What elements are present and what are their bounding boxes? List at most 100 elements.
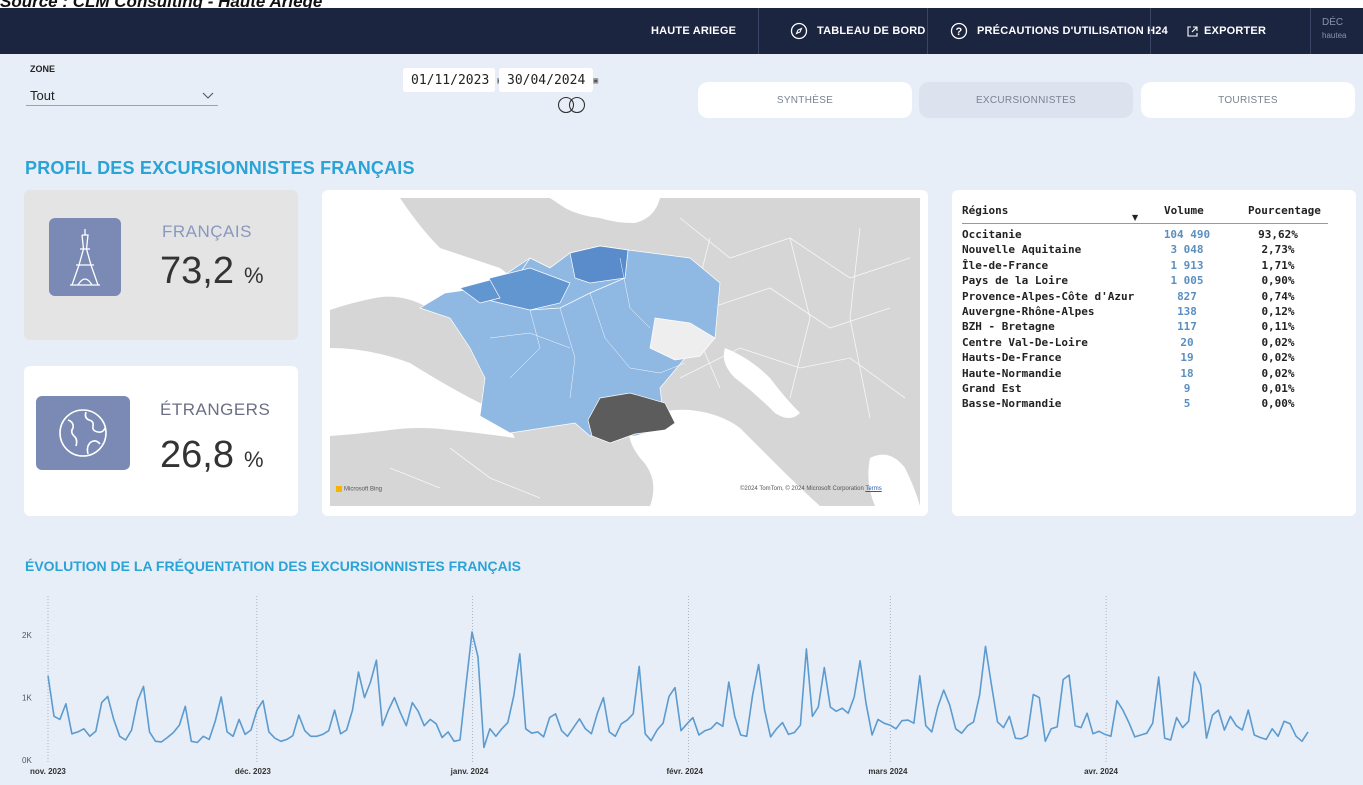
data-point[interactable]	[1038, 696, 1041, 699]
data-point[interactable]	[52, 715, 55, 718]
data-point[interactable]	[709, 727, 712, 730]
data-point[interactable]	[799, 724, 802, 727]
data-point[interactable]	[124, 738, 127, 741]
data-point[interactable]	[261, 699, 264, 702]
data-point[interactable]	[249, 728, 252, 731]
tab-synthese[interactable]: SYNTHÈSE	[698, 82, 912, 118]
data-point[interactable]	[303, 729, 306, 732]
data-point[interactable]	[1277, 735, 1280, 738]
data-point[interactable]	[560, 729, 563, 732]
data-point[interactable]	[494, 735, 497, 738]
date-slider-handle-icon[interactable]	[555, 96, 589, 118]
data-point[interactable]	[1271, 727, 1274, 730]
data-point[interactable]	[894, 727, 897, 730]
data-point[interactable]	[536, 730, 539, 733]
table-row[interactable]: Basse-Normandie 5 0,00%	[952, 397, 1356, 412]
data-point[interactable]	[321, 733, 324, 736]
table-row[interactable]: Île-de-France 1 913 1,71%	[952, 259, 1356, 274]
nav-dashboard-button[interactable]: TABLEAU DE BORD	[790, 8, 926, 54]
data-point[interactable]	[906, 719, 909, 722]
data-point[interactable]	[948, 704, 951, 707]
data-point[interactable]	[154, 740, 157, 743]
data-point[interactable]	[739, 733, 742, 736]
data-point[interactable]	[453, 740, 456, 743]
data-point[interactable]	[297, 714, 300, 717]
table-row[interactable]: Hauts-De-France 19 0,02%	[952, 351, 1356, 366]
data-point[interactable]	[387, 709, 390, 712]
data-point[interactable]	[220, 695, 223, 698]
data-point[interactable]	[900, 719, 903, 722]
data-point[interactable]	[309, 735, 312, 738]
data-point[interactable]	[464, 684, 467, 687]
data-point[interactable]	[1068, 674, 1071, 677]
col-header-volume[interactable]: Volume	[1164, 204, 1204, 217]
data-point[interactable]	[411, 701, 414, 704]
data-point[interactable]	[936, 705, 939, 708]
data-point[interactable]	[811, 715, 814, 718]
data-point[interactable]	[1247, 709, 1250, 712]
data-point[interactable]	[351, 709, 354, 712]
data-point[interactable]	[423, 724, 426, 727]
data-point[interactable]	[100, 701, 103, 704]
data-point[interactable]	[381, 724, 384, 727]
data-point[interactable]	[781, 721, 784, 724]
col-header-percent[interactable]: Pourcentage	[1248, 204, 1321, 217]
data-point[interactable]	[285, 738, 288, 741]
data-point[interactable]	[393, 696, 396, 699]
tab-touristes[interactable]: TOURISTES	[1141, 82, 1355, 118]
table-row[interactable]: Auvergne-Rhône-Alpes 138 0,12%	[952, 305, 1356, 320]
data-point[interactable]	[918, 674, 921, 677]
table-row[interactable]: Provence-Alpes-Côte d'Azur 827 0,74%	[952, 290, 1356, 305]
data-point[interactable]	[1205, 737, 1208, 740]
data-point[interactable]	[990, 684, 993, 687]
data-point[interactable]	[835, 710, 838, 713]
data-point[interactable]	[46, 674, 49, 677]
data-point[interactable]	[64, 702, 67, 705]
data-point[interactable]	[1223, 728, 1226, 731]
data-point[interactable]	[214, 720, 217, 723]
data-point[interactable]	[876, 718, 879, 721]
data-point[interactable]	[429, 718, 432, 721]
data-point[interactable]	[924, 724, 927, 727]
data-point[interactable]	[279, 740, 282, 743]
data-point[interactable]	[841, 707, 844, 710]
data-point[interactable]	[1026, 734, 1029, 737]
data-point[interactable]	[667, 695, 670, 698]
zone-dropdown[interactable]: Tout	[26, 86, 218, 106]
data-point[interactable]	[345, 728, 348, 731]
data-point[interactable]	[620, 722, 623, 725]
data-point[interactable]	[578, 717, 581, 720]
data-point[interactable]	[602, 696, 605, 699]
data-point[interactable]	[1235, 724, 1238, 727]
data-point[interactable]	[882, 722, 885, 725]
data-point[interactable]	[1020, 737, 1023, 740]
nav-overflow[interactable]: DÉC hautea	[1322, 16, 1346, 41]
table-row[interactable]: Pays de la Loire 1 005 0,90%	[952, 274, 1356, 289]
data-point[interactable]	[829, 705, 832, 708]
data-point[interactable]	[912, 722, 915, 725]
data-point[interactable]	[148, 730, 151, 733]
data-point[interactable]	[954, 727, 957, 730]
evolution-line-chart[interactable]: 0K 1K 2K nov. 2023 déc. 2023 janv. 2024 févr. …	[0, 584, 1363, 785]
data-point[interactable]	[267, 730, 270, 733]
data-point[interactable]	[1062, 678, 1065, 681]
data-point[interactable]	[160, 740, 163, 743]
data-point[interactable]	[1229, 715, 1232, 718]
data-point[interactable]	[136, 699, 139, 702]
data-point[interactable]	[1056, 725, 1059, 728]
data-point[interactable]	[972, 720, 975, 723]
data-point[interactable]	[1211, 714, 1214, 717]
data-point[interactable]	[142, 685, 145, 688]
data-point[interactable]	[823, 666, 826, 669]
data-point[interactable]	[662, 722, 665, 725]
data-point[interactable]	[399, 711, 402, 714]
data-point[interactable]	[524, 727, 527, 730]
data-point[interactable]	[703, 729, 706, 732]
data-point[interactable]	[357, 670, 360, 673]
data-point[interactable]	[1289, 722, 1292, 725]
data-point[interactable]	[984, 645, 987, 648]
table-row[interactable]: Grand Est 9 0,01%	[952, 382, 1356, 397]
data-point[interactable]	[178, 724, 181, 727]
data-point[interactable]	[1044, 740, 1047, 743]
data-point[interactable]	[775, 727, 778, 730]
